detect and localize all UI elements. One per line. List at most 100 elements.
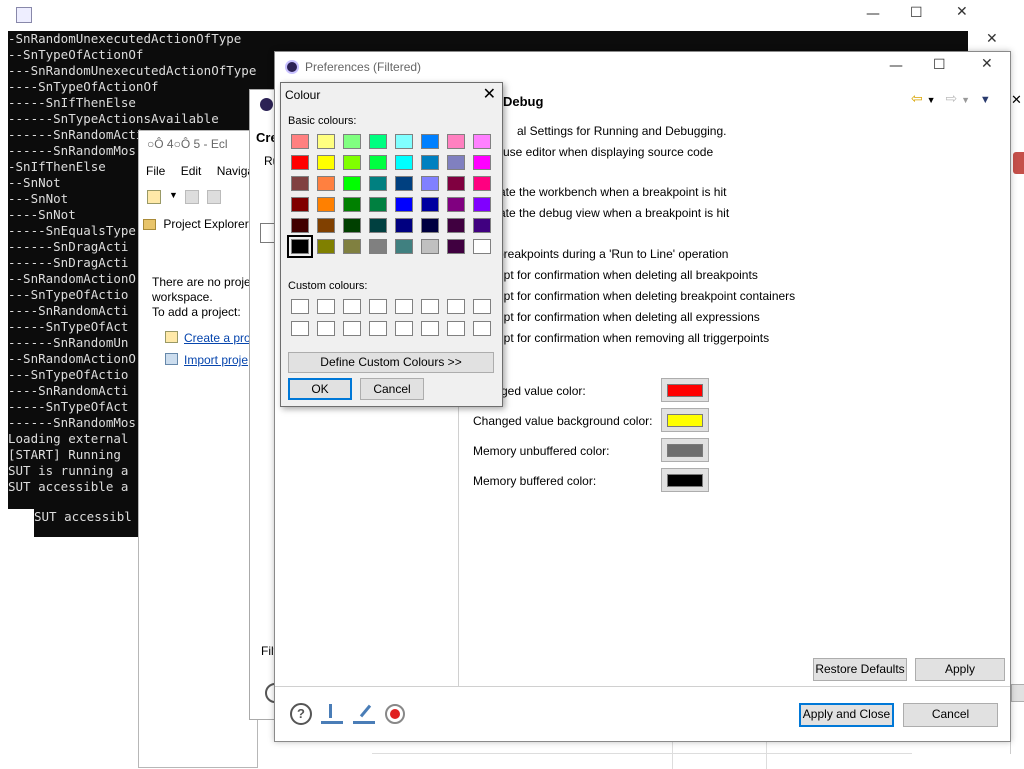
basic-colour-cell[interactable]: [317, 155, 335, 170]
debug-option-2[interactable]: tivate the workbench when a breakpoint i…: [487, 185, 726, 199]
basic-colour-cell[interactable]: [291, 155, 309, 170]
custom-colour-cell[interactable]: [421, 321, 439, 336]
define-custom-colours-button[interactable]: Define Custom Colours >>: [288, 352, 494, 373]
basic-colour-cell[interactable]: [291, 218, 309, 233]
basic-colour-cell[interactable]: [473, 197, 491, 212]
basic-colour-cell[interactable]: [447, 218, 465, 233]
basic-colour-cell[interactable]: [343, 197, 361, 212]
color-swatch-button[interactable]: [661, 408, 709, 432]
basic-colour-cell[interactable]: [369, 239, 387, 254]
basic-colour-cell[interactable]: [343, 239, 361, 254]
colour-cancel-button[interactable]: Cancel: [360, 378, 424, 400]
cancel-button[interactable]: Cancel: [903, 703, 998, 727]
colour-dialog-close-icon[interactable]: ✕: [483, 84, 496, 103]
custom-colour-cell[interactable]: [473, 321, 491, 336]
basic-colour-cell[interactable]: [395, 134, 413, 149]
colour-ok-button[interactable]: OK: [288, 378, 352, 400]
basic-colour-cell[interactable]: [473, 218, 491, 233]
color-swatch-button[interactable]: [661, 468, 709, 492]
basic-colour-cell[interactable]: [447, 134, 465, 149]
preferences-maximize-icon[interactable]: ☐: [933, 57, 946, 73]
debug-option-6[interactable]: ompt for confirmation when deleting brea…: [487, 289, 795, 303]
color-swatch-button[interactable]: [661, 378, 709, 402]
restore-defaults-button[interactable]: Restore Defaults: [813, 658, 907, 681]
basic-colour-cell[interactable]: [421, 218, 439, 233]
basic-colour-cell[interactable]: [473, 134, 491, 149]
basic-colour-cell[interactable]: [291, 176, 309, 191]
chevron-down-icon[interactable]: ▼: [169, 190, 178, 200]
basic-colour-cell[interactable]: [317, 197, 335, 212]
basic-colour-cell[interactable]: [473, 176, 491, 191]
custom-colour-cell[interactable]: [343, 299, 361, 314]
project-explorer-tab[interactable]: Project Explorer: [143, 217, 249, 231]
menu-edit[interactable]: Edit: [181, 164, 202, 178]
basic-colour-cell[interactable]: [473, 239, 491, 254]
custom-colour-cell[interactable]: [317, 321, 335, 336]
basic-colour-cell[interactable]: [369, 218, 387, 233]
custom-colour-cell[interactable]: [369, 299, 387, 314]
minimize-icon[interactable]: —: [866, 6, 880, 22]
basic-colour-cell[interactable]: [395, 197, 413, 212]
debug-option-7[interactable]: ompt for confirmation when deleting all …: [487, 310, 760, 324]
create-project-link[interactable]: Create a proj: [184, 331, 253, 345]
basic-colour-cell[interactable]: [421, 176, 439, 191]
debug-option-4[interactable]: p breakpoints during a 'Run to Line' ope…: [487, 247, 728, 261]
basic-colour-cell[interactable]: [395, 239, 413, 254]
basic-colour-cell[interactable]: [317, 218, 335, 233]
help-icon[interactable]: ?: [290, 703, 312, 725]
back-arrow-icon[interactable]: ⇦: [911, 90, 923, 106]
basic-colour-cell[interactable]: [421, 239, 439, 254]
basic-colour-cell[interactable]: [447, 197, 465, 212]
custom-colour-cell[interactable]: [291, 299, 309, 314]
basic-colour-cell[interactable]: [447, 176, 465, 191]
preferences-minimize-icon[interactable]: —: [889, 58, 903, 74]
custom-colour-cell[interactable]: [369, 321, 387, 336]
basic-colour-cell[interactable]: [317, 134, 335, 149]
custom-colour-cell[interactable]: [473, 299, 491, 314]
forward-menu-icon[interactable]: ▼: [961, 95, 970, 105]
basic-colour-cell[interactable]: [343, 176, 361, 191]
preferences-close-icon[interactable]: ✕: [981, 56, 993, 72]
custom-colour-cell[interactable]: [343, 321, 361, 336]
debug-option-1[interactable]: use editor when displaying source code: [503, 145, 713, 159]
basic-colour-cell[interactable]: [395, 155, 413, 170]
basic-colour-cell[interactable]: [473, 155, 491, 170]
stop-icon[interactable]: [385, 704, 405, 724]
basic-colour-cell[interactable]: [291, 134, 309, 149]
debug-option-5[interactable]: ompt for confirmation when deleting all …: [487, 268, 758, 282]
custom-colour-cell[interactable]: [395, 299, 413, 314]
maximize-icon[interactable]: ☐: [910, 5, 923, 21]
basic-colour-cell[interactable]: [317, 176, 335, 191]
basic-colour-cell[interactable]: [447, 155, 465, 170]
view-menu-icon[interactable]: ▼: [980, 94, 991, 106]
save-icon[interactable]: [185, 190, 199, 204]
basic-colour-cell[interactable]: [343, 155, 361, 170]
basic-colour-cell[interactable]: [395, 176, 413, 191]
basic-colour-cell[interactable]: [369, 134, 387, 149]
close-icon[interactable]: ✕: [956, 4, 968, 20]
debug-option-8[interactable]: ompt for confirmation when removing all …: [487, 331, 769, 345]
custom-colour-cell[interactable]: [395, 321, 413, 336]
basic-colour-cell[interactable]: [369, 176, 387, 191]
menu-file[interactable]: File: [146, 164, 165, 178]
custom-colour-cell[interactable]: [317, 299, 335, 314]
new-icon[interactable]: [147, 190, 161, 204]
export-icon[interactable]: [353, 704, 375, 724]
basic-colour-cell[interactable]: [369, 197, 387, 212]
import-icon[interactable]: [321, 704, 343, 724]
basic-colour-cell[interactable]: [287, 235, 313, 258]
color-swatch-button[interactable]: [661, 438, 709, 462]
apply-button[interactable]: Apply: [915, 658, 1005, 681]
import-project-link[interactable]: Import proje: [184, 353, 248, 367]
basic-colour-cell[interactable]: [421, 155, 439, 170]
apply-and-close-button[interactable]: Apply and Close: [799, 703, 894, 727]
background-close-icon[interactable]: ✕: [986, 31, 998, 47]
custom-colour-cell[interactable]: [447, 299, 465, 314]
save-all-icon[interactable]: [207, 190, 221, 204]
basic-colour-cell[interactable]: [447, 239, 465, 254]
custom-colour-cell[interactable]: [291, 321, 309, 336]
custom-colour-cell[interactable]: [421, 299, 439, 314]
basic-colour-cell[interactable]: [291, 197, 309, 212]
basic-colour-cell[interactable]: [343, 134, 361, 149]
forward-arrow-icon[interactable]: ⇨: [945, 90, 957, 106]
